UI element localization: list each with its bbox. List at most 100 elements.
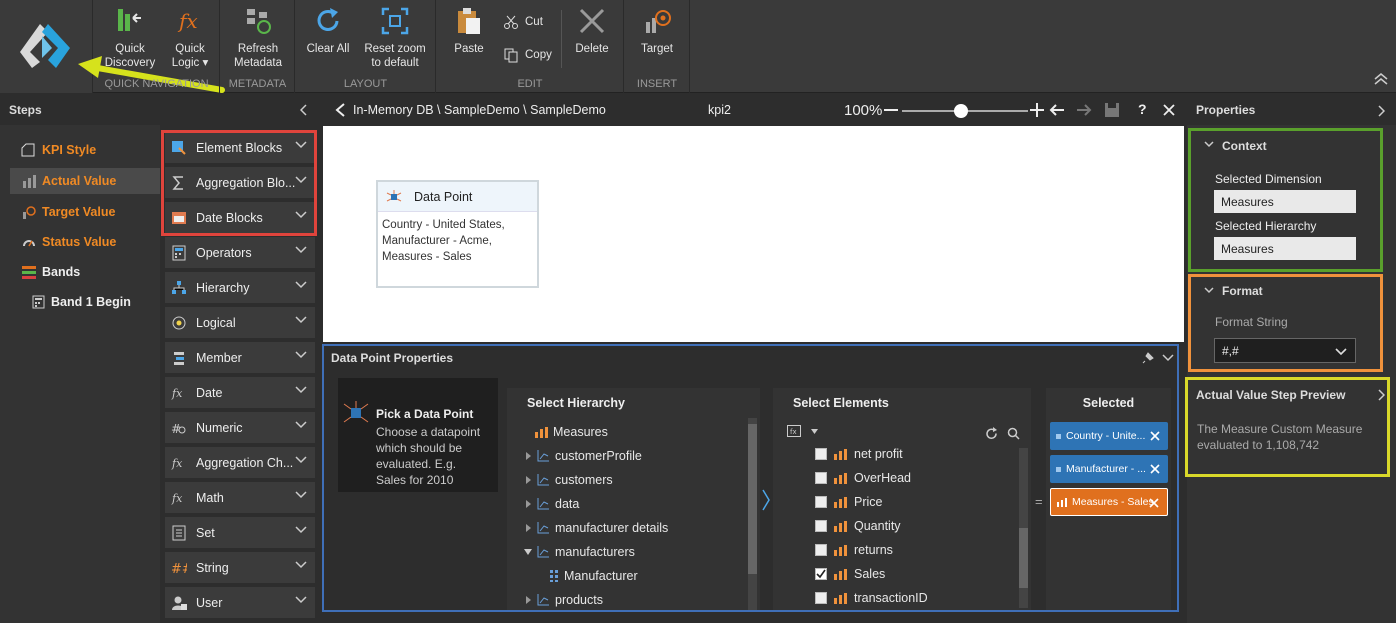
- expand-right-icon[interactable]: [1377, 389, 1385, 401]
- element-item[interactable]: net profit: [815, 447, 903, 461]
- block-item[interactable]: fx Aggregation Ch...: [165, 447, 315, 478]
- element-checkbox[interactable]: [815, 496, 827, 508]
- chevron-down-icon[interactable]: [1162, 354, 1174, 362]
- element-item[interactable]: transactionID: [815, 591, 928, 605]
- select-hierarchy-header: Select Hierarchy: [527, 396, 625, 410]
- hierarchy-item[interactable]: manufacturers: [524, 545, 635, 559]
- element-item[interactable]: Sales: [815, 567, 885, 581]
- element-item[interactable]: Price: [815, 495, 882, 509]
- element-checkbox[interactable]: [815, 448, 827, 460]
- element-checkbox[interactable]: [815, 568, 827, 580]
- dimension-field[interactable]: Measures: [1214, 190, 1356, 213]
- step-status-value[interactable]: Status Value: [0, 229, 160, 255]
- pin-icon[interactable]: [1142, 352, 1154, 364]
- paste-button[interactable]: Paste: [445, 6, 493, 56]
- measure-bar-icon: [834, 472, 847, 484]
- hierarchy-item[interactable]: customerProfile: [524, 449, 642, 463]
- refresh-metadata-button[interactable]: Refresh Metadata: [227, 6, 289, 70]
- element-checkbox[interactable]: [815, 520, 827, 532]
- data-point-card[interactable]: Data Point Country - United States, Manu…: [376, 180, 539, 288]
- hierarchy-field[interactable]: Measures: [1214, 237, 1356, 260]
- selected-chip[interactable]: Country - Unite...: [1050, 422, 1168, 450]
- chevron-down-icon[interactable]: [1204, 287, 1214, 294]
- step-label: Target Value: [42, 205, 116, 219]
- calculator-icon: [172, 245, 186, 260]
- block-item[interactable]: Set: [165, 517, 315, 548]
- collapse-steps-icon[interactable]: [300, 104, 308, 116]
- chevron-down-icon: [295, 526, 307, 534]
- undo-arrow-icon[interactable]: [1049, 103, 1065, 117]
- quick-discovery-label: Quick Discovery: [104, 43, 156, 69]
- quick-discovery-button[interactable]: Quick Discovery: [100, 6, 160, 70]
- step-bands[interactable]: Bands: [0, 259, 160, 285]
- reset-zoom-button[interactable]: Reset zoom to default: [360, 6, 430, 70]
- element-checkbox[interactable]: [815, 472, 827, 484]
- search-icon[interactable]: [1007, 427, 1020, 440]
- preview-body: The Measure Custom Measure evaluated to …: [1197, 422, 1363, 452]
- element-checkbox[interactable]: [815, 544, 827, 556]
- block-item[interactable]: Hierarchy: [165, 272, 315, 303]
- hierarchy-item[interactable]: products: [524, 593, 603, 607]
- selected-chip[interactable]: Manufacturer - ...: [1050, 455, 1168, 483]
- remove-x-icon[interactable]: [1150, 431, 1160, 441]
- element-item[interactable]: Quantity: [815, 519, 901, 533]
- formula-filter-button[interactable]: fx: [787, 425, 818, 437]
- quick-logic-button[interactable]: fx Quick Logic ▾: [160, 6, 220, 70]
- step-actual-value[interactable]: Actual Value: [10, 168, 160, 194]
- canvas-header: In-Memory DB \ SampleDemo \ SampleDemo k…: [322, 95, 1185, 125]
- remove-x-icon[interactable]: [1150, 464, 1160, 474]
- hierarchy-item[interactable]: manufacturer details: [524, 521, 668, 535]
- copy-button[interactable]: Copy: [503, 47, 552, 63]
- save-icon[interactable]: [1104, 102, 1120, 118]
- step-band-1-begin[interactable]: Band 1 Begin: [0, 289, 160, 315]
- cut-button[interactable]: Cut: [503, 14, 543, 30]
- chevron-down-icon[interactable]: [1204, 141, 1214, 148]
- block-item[interactable]: fx Math: [165, 482, 315, 513]
- target-button[interactable]: Target: [631, 6, 683, 56]
- hierarchy-item[interactable]: Manufacturer: [549, 569, 638, 583]
- redo-arrow-icon[interactable]: [1076, 103, 1092, 117]
- delete-button[interactable]: Delete: [569, 6, 615, 56]
- clear-all-button[interactable]: Clear All: [302, 6, 354, 56]
- format-select[interactable]: #,#: [1214, 338, 1356, 363]
- pyramid-logo-icon[interactable]: [18, 22, 78, 72]
- element-label: Sales: [854, 567, 886, 581]
- ribbon-group-label: METADATA: [228, 78, 287, 90]
- hierarchy-item[interactable]: data: [524, 497, 579, 511]
- refresh-icon: [317, 8, 339, 31]
- chevron-right-icon[interactable]: [762, 489, 770, 511]
- close-icon[interactable]: [1163, 104, 1175, 116]
- step-target-value[interactable]: Target Value: [0, 199, 160, 225]
- selected-chip[interactable]: Measures - Sales: [1050, 488, 1168, 516]
- block-item[interactable]: Member: [165, 342, 315, 373]
- hierarchy-tree-icon: [537, 498, 549, 510]
- hierarchy-item[interactable]: customers: [524, 473, 613, 487]
- back-icon[interactable]: [334, 103, 346, 117]
- block-item[interactable]: Logical: [165, 307, 315, 338]
- zoom-slider-thumb[interactable]: [954, 104, 968, 118]
- expand-right-icon[interactable]: [1377, 105, 1385, 117]
- remove-x-icon[interactable]: [1149, 498, 1159, 508]
- block-item[interactable]: User: [165, 587, 315, 618]
- element-item[interactable]: OverHead: [815, 471, 911, 485]
- help-icon[interactable]: ?: [1138, 101, 1147, 117]
- zoom-out-icon[interactable]: [884, 108, 898, 112]
- selected-header: Selected: [1082, 396, 1135, 410]
- hierarchy-tree-icon: [537, 546, 549, 558]
- block-item[interactable]: ## String: [165, 552, 315, 583]
- refresh-icon[interactable]: [985, 427, 998, 440]
- block-item[interactable]: Operators: [165, 237, 315, 268]
- block-item[interactable]: # Numeric: [165, 412, 315, 443]
- block-item[interactable]: fx Date: [165, 377, 315, 408]
- element-item[interactable]: returns: [815, 543, 893, 557]
- zoom-in-icon[interactable]: [1030, 103, 1044, 117]
- hierarchy-scrollbar[interactable]: [748, 418, 757, 610]
- step-kpi-style[interactable]: KPI Style: [0, 137, 160, 163]
- collapse-ribbon-icon[interactable]: [1373, 72, 1389, 86]
- hint-title: Pick a Data Point: [376, 407, 474, 421]
- element-checkbox[interactable]: [815, 592, 827, 604]
- chip-label: Country - Unite...: [1066, 430, 1146, 442]
- dimension-label: Selected Dimension: [1215, 172, 1322, 186]
- elements-scrollbar[interactable]: [1019, 448, 1028, 608]
- hierarchy-item[interactable]: Measures: [535, 425, 608, 439]
